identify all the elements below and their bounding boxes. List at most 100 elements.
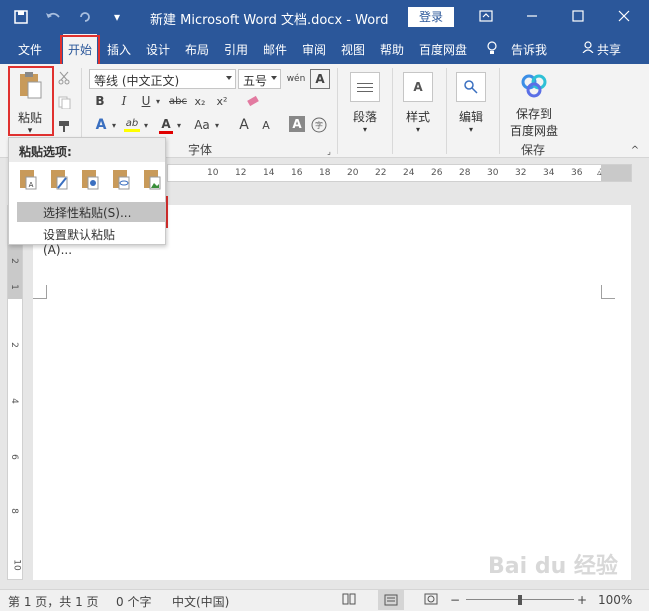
tab-mailings[interactable]: 邮件	[263, 41, 287, 58]
zoom-out-icon[interactable]: −	[450, 593, 460, 607]
chevron-down-icon[interactable]: ▾	[110, 118, 118, 132]
baidu-watermark: Bai du 经验	[488, 554, 618, 579]
styles-label: 样式	[405, 110, 430, 124]
tab-help[interactable]: 帮助	[380, 41, 404, 58]
underline-button[interactable]: U	[138, 92, 154, 110]
set-default-paste-item[interactable]: 设置默认粘贴(A)...	[17, 224, 165, 257]
phonetic-guide-icon[interactable]: wén	[285, 69, 307, 89]
login-button[interactable]: 登录	[408, 7, 454, 27]
close-icon[interactable]	[610, 5, 638, 27]
shrink-font-button[interactable]: A	[258, 116, 274, 134]
svg-text:字: 字	[315, 120, 323, 130]
keep-source-formatting-icon[interactable]: A	[15, 166, 41, 192]
tab-file[interactable]: 文件	[18, 41, 42, 58]
tab-references[interactable]: 引用	[224, 41, 248, 58]
ruler-tick: 18	[319, 168, 331, 178]
svg-text:A: A	[29, 181, 34, 189]
character-border-icon[interactable]: A	[310, 69, 330, 89]
highlight-swatch	[124, 129, 140, 132]
cut-icon[interactable]	[56, 70, 72, 86]
font-color-a: A	[161, 116, 171, 131]
save-to-label: 保存到	[515, 107, 552, 121]
format-painter-icon[interactable]	[56, 118, 72, 134]
undo-icon[interactable]	[40, 6, 66, 28]
redo-icon[interactable]	[72, 6, 98, 28]
minimize-icon[interactable]	[518, 5, 546, 27]
collapse-ribbon-icon[interactable]: ^	[628, 144, 642, 156]
qat-customize-button[interactable]: ▾	[104, 6, 130, 28]
paste-option-icons: A	[15, 166, 165, 192]
italic-button[interactable]: I	[116, 92, 132, 110]
word-count[interactable]: 0 个字	[116, 593, 151, 610]
font-size-dropdown[interactable]: 五号	[238, 69, 281, 89]
editing-label: 编辑	[458, 110, 483, 124]
paste-as-picture-icon[interactable]	[139, 166, 165, 192]
highlight-color-button[interactable]: ab	[122, 114, 142, 136]
window-title: 新建 Microsoft Word 文档.docx - Word	[150, 13, 389, 28]
chevron-down-icon[interactable]: ▾	[175, 118, 183, 132]
ruler-tick: 26	[431, 168, 443, 178]
chevron-down-icon: ▾	[468, 125, 473, 134]
read-mode-icon[interactable]	[342, 593, 356, 608]
ruler-tick: 28	[459, 168, 471, 178]
paragraph-button[interactable]: 段落 ▾	[345, 72, 385, 134]
editing-button[interactable]: 编辑 ▾	[453, 72, 489, 134]
superscript-button[interactable]: x²	[214, 92, 230, 110]
dialog-launcher-icon[interactable]: ⌟	[324, 146, 334, 156]
bold-button[interactable]: B	[92, 92, 108, 110]
strikethrough-button[interactable]: abc	[167, 92, 189, 110]
ruler-tick: 10	[207, 168, 219, 178]
clear-formatting-icon[interactable]	[245, 92, 263, 110]
share-button[interactable]: 共享	[597, 41, 621, 58]
paste-special-item[interactable]: 选择性粘贴(S)...	[17, 202, 165, 222]
tab-design[interactable]: 设计	[146, 41, 170, 58]
save-to-baidu-button[interactable]: 保存到 百度网盘	[505, 70, 563, 139]
tab-view[interactable]: 视图	[341, 41, 365, 58]
vertical-ruler[interactable]: 2 1 2 4 6 8 10	[7, 205, 23, 580]
chevron-down-icon[interactable]: ▾	[154, 94, 162, 108]
font-size-value: 五号	[243, 74, 268, 88]
zoom-in-icon[interactable]: +	[577, 593, 587, 607]
document-page[interactable]	[33, 205, 631, 580]
save-icon[interactable]	[8, 6, 34, 28]
subscript-button[interactable]: x₂	[192, 92, 208, 110]
change-case-button[interactable]: Aa	[191, 116, 213, 134]
zoom-slider-thumb[interactable]	[518, 595, 522, 605]
font-color-button[interactable]: A	[157, 114, 175, 136]
page-count[interactable]: 第 1 页，共 1 页	[8, 593, 99, 610]
character-shading-icon[interactable]: A	[289, 116, 305, 132]
ruler-indent-marker[interactable]: ▵	[597, 168, 602, 178]
tab-layout[interactable]: 布局	[185, 41, 209, 58]
enclose-characters-icon[interactable]: 字	[310, 116, 328, 134]
horizontal-ruler[interactable]: 10 12 14 16 18 20 22 24 26 28 30 32 34 3…	[167, 164, 632, 182]
keep-text-only-formatting-icon[interactable]	[77, 166, 103, 192]
text-effects-icon[interactable]: A	[92, 116, 110, 134]
ruler-margin	[601, 165, 631, 181]
paragraph-icon	[350, 72, 380, 102]
print-layout-icon[interactable]	[378, 590, 404, 610]
paste-as-link-icon[interactable]	[108, 166, 134, 192]
styles-button[interactable]: A 样式 ▾	[400, 72, 436, 134]
maximize-icon[interactable]	[564, 5, 592, 27]
language-indicator[interactable]: 中文(中国)	[172, 593, 229, 610]
tab-baidu-netdisk[interactable]: 百度网盘	[419, 41, 467, 58]
tab-review[interactable]: 审阅	[302, 41, 326, 58]
merge-formatting-icon[interactable]	[46, 166, 72, 192]
baidu-netdisk-icon	[521, 74, 547, 98]
tell-me-search[interactable]: 告诉我	[511, 41, 547, 58]
share-icon[interactable]	[582, 41, 594, 56]
ribbon-display-icon[interactable]	[472, 5, 500, 27]
tab-insert[interactable]: 插入	[107, 41, 131, 58]
grow-font-button[interactable]: A	[236, 116, 252, 134]
chevron-down-icon[interactable]: ▾	[213, 118, 221, 132]
copy-icon[interactable]	[56, 94, 72, 110]
ruler-tick: 2	[8, 342, 19, 348]
ruler-tick: 14	[263, 168, 275, 178]
web-layout-icon[interactable]	[424, 593, 438, 608]
font-name-dropdown[interactable]: 等线 (中文正文)	[89, 69, 236, 89]
chevron-down-icon	[226, 76, 232, 80]
save-group-label: 保存	[521, 143, 546, 157]
zoom-level[interactable]: 100%	[598, 593, 632, 607]
chevron-down-icon	[271, 76, 277, 80]
chevron-down-icon[interactable]: ▾	[142, 118, 150, 132]
